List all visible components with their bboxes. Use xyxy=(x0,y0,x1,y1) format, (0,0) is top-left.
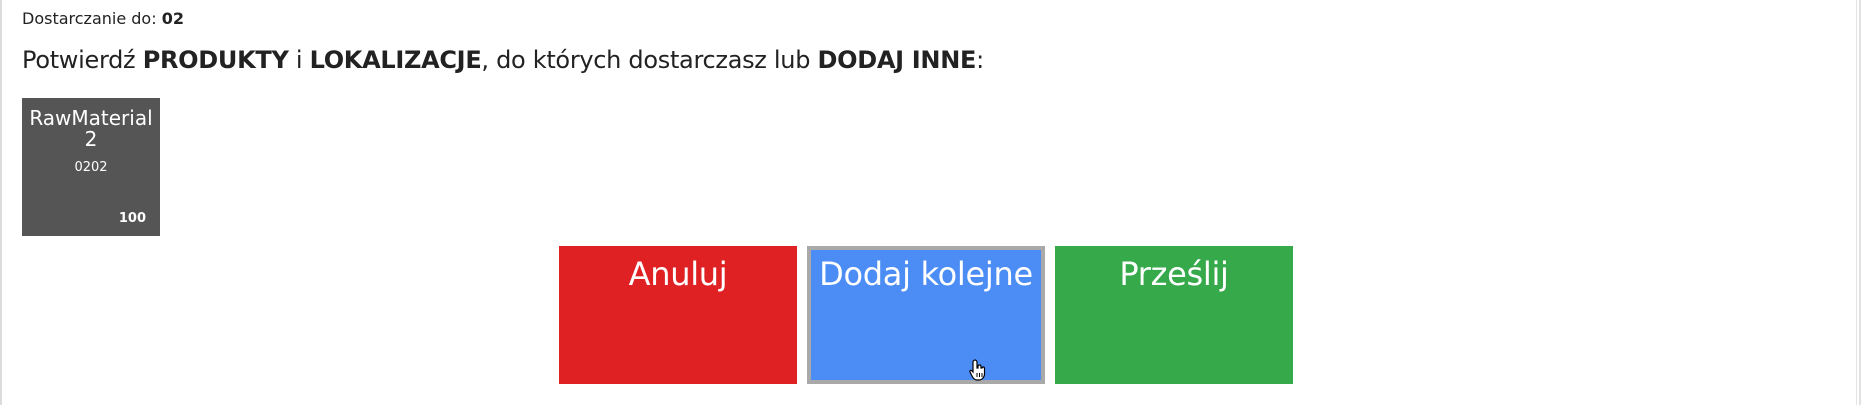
delivery-value: 02 xyxy=(161,9,184,28)
instruction-part: : xyxy=(976,46,984,74)
window-border xyxy=(0,0,2,405)
instruction-add-other: DODAJ INNE xyxy=(817,46,977,74)
instruction-text: Potwierdź PRODUKTY i LOKALIZACJE, do któ… xyxy=(22,44,984,76)
scrollbar-track[interactable] xyxy=(1856,0,1867,405)
cancel-button[interactable]: Anuluj xyxy=(559,246,797,384)
product-name: RawMaterial2 xyxy=(29,106,153,151)
send-button[interactable]: Prześlij xyxy=(1055,246,1293,384)
product-tile[interactable]: RawMaterial2 0202 100 xyxy=(22,98,160,236)
instruction-part: Potwierdź xyxy=(22,46,143,74)
add-next-button[interactable]: Dodaj kolejne xyxy=(807,246,1045,384)
delivery-target: Dostarczanie do: 02 xyxy=(22,8,184,30)
product-code: 0202 xyxy=(74,160,108,175)
page: Dostarczanie do: 02 Potwierdź PRODUKTY i… xyxy=(0,0,1867,405)
delivery-label: Dostarczanie do: xyxy=(22,9,157,28)
scrollbar-thumb[interactable] xyxy=(1859,0,1861,405)
product-quantity: 100 xyxy=(118,211,146,226)
instruction-products: PRODUKTY xyxy=(142,46,289,74)
instruction-part: i xyxy=(288,46,310,74)
instruction-locations: LOKALIZACJE xyxy=(309,46,482,74)
hand-cursor-icon xyxy=(969,359,986,381)
instruction-part: , do których dostarczasz lub xyxy=(481,46,818,74)
